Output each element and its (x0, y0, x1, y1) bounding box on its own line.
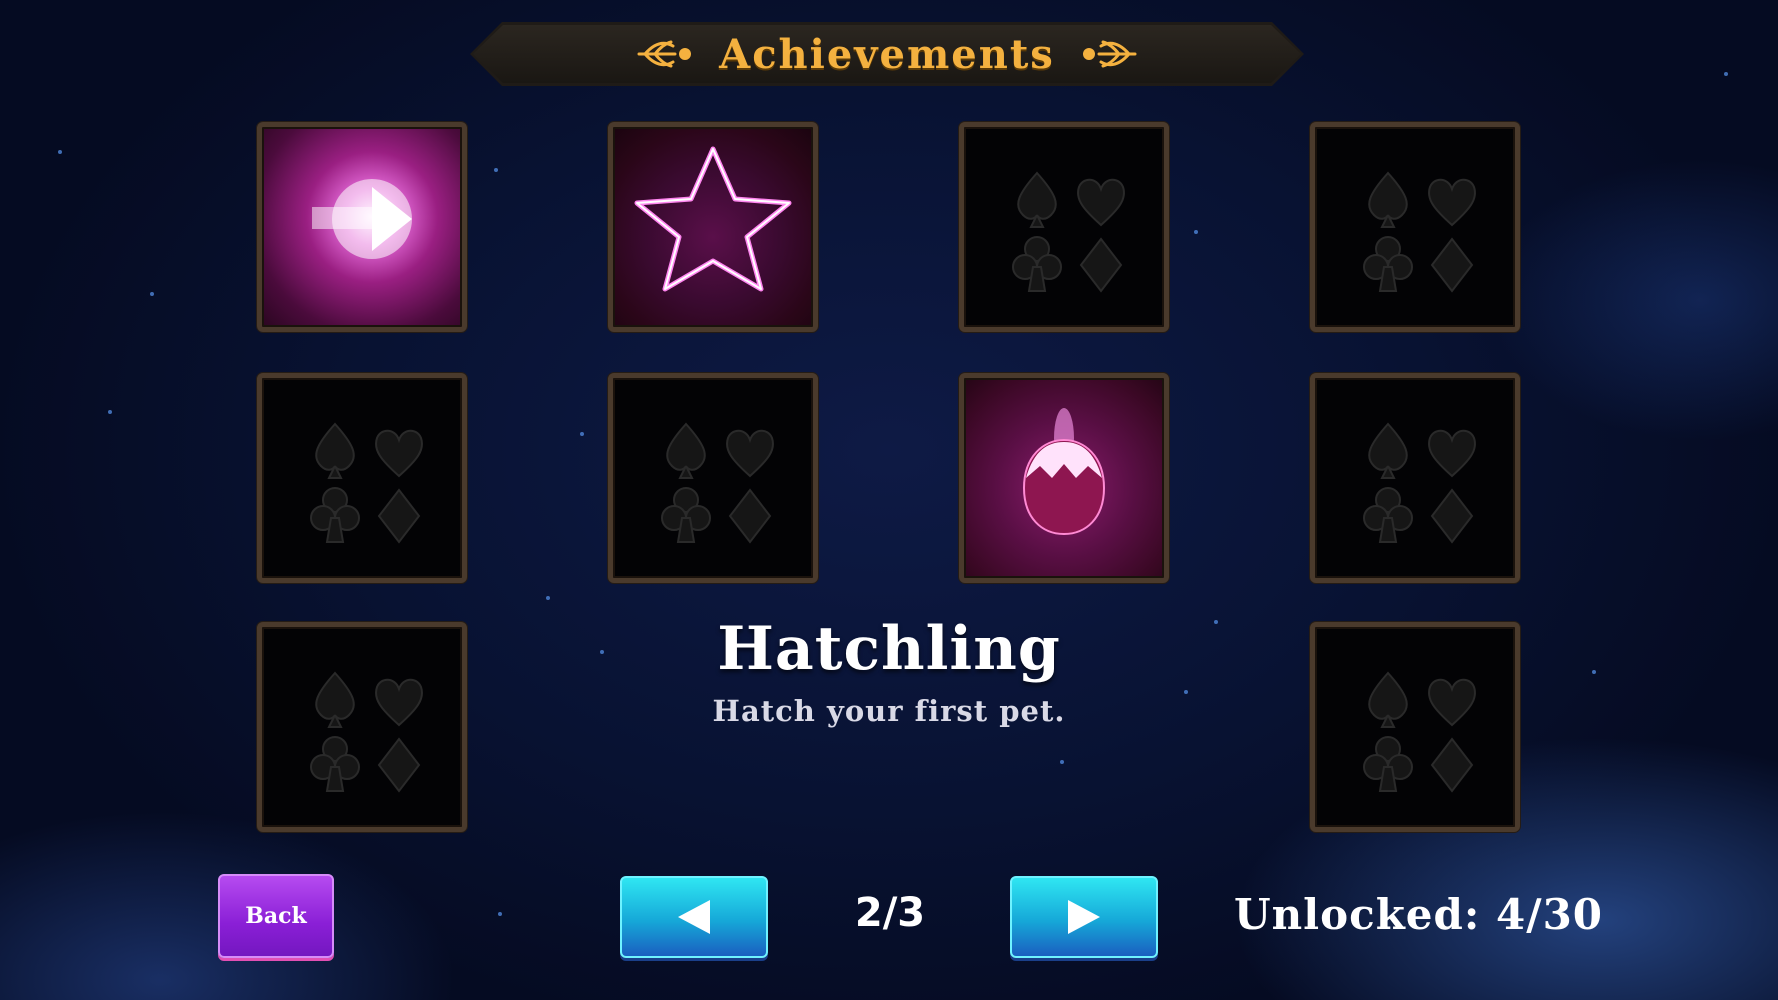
background-star (150, 292, 154, 296)
card-suits-icon (1363, 671, 1476, 793)
achievement-tile-selected[interactable] (959, 373, 1169, 583)
background-star (498, 912, 502, 916)
background-star (1724, 72, 1728, 76)
achievement-tile-unlocked[interactable] (257, 122, 467, 332)
card-suits-icon (310, 422, 423, 544)
achievement-tile-locked[interactable] (1310, 122, 1520, 332)
achievement-tile-locked[interactable] (1310, 373, 1520, 583)
flourish-right-icon (1077, 34, 1139, 74)
next-page-button[interactable] (1010, 876, 1158, 958)
background-star (546, 596, 550, 600)
unlocked-count: Unlocked: 4/30 (1234, 890, 1604, 939)
achievement-tile-locked[interactable] (608, 373, 818, 583)
achievement-tile-unlocked[interactable] (608, 122, 818, 332)
page-title: Achievements (719, 30, 1055, 78)
background-star (1060, 760, 1064, 764)
card-suits-icon (1363, 422, 1476, 544)
achievement-description: Hatch your first pet. (712, 694, 1066, 728)
background-star (108, 410, 112, 414)
title-banner: Achievements (470, 22, 1304, 86)
achievement-name: Hatchling (717, 614, 1061, 684)
triangle-left-icon (678, 900, 710, 934)
card-suits-icon (661, 422, 774, 544)
background-star (494, 168, 498, 172)
flourish-left-icon (635, 34, 697, 74)
triangle-right-icon (1068, 900, 1100, 934)
back-button[interactable]: Back (218, 874, 334, 958)
card-suits-icon (1012, 171, 1125, 293)
egg-icon (1022, 408, 1106, 536)
star-icon (634, 146, 792, 292)
page-indicator: 2/3 (854, 890, 926, 936)
arrow-burst-icon (312, 179, 412, 259)
achievement-tile-locked[interactable] (959, 122, 1169, 332)
achievement-tile-locked[interactable] (257, 373, 467, 583)
card-suits-icon (1363, 171, 1476, 293)
background-star (1194, 230, 1198, 234)
previous-page-button[interactable] (620, 876, 768, 958)
background-star (58, 150, 62, 154)
card-suits-icon (310, 671, 423, 793)
background-star (580, 432, 584, 436)
